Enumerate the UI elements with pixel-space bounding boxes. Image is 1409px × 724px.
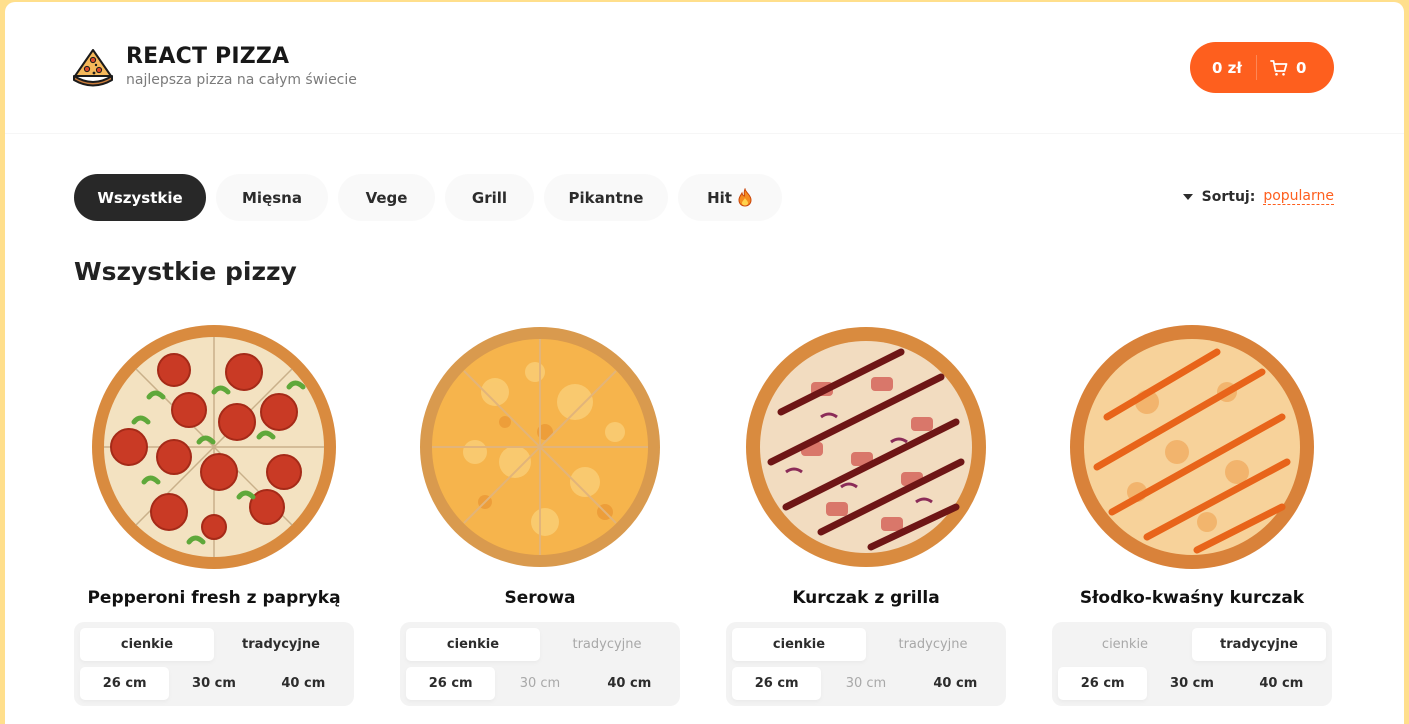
- size-option-30[interactable]: 30 cm: [821, 667, 910, 700]
- category-pikantne[interactable]: Pikantne: [544, 174, 668, 221]
- pizza-options: cienkie tradycyjne 26 cm 30 cm 40 cm: [74, 622, 354, 706]
- size-option-40[interactable]: 40 cm: [585, 667, 674, 700]
- dough-types: cienkie tradycyjne: [1058, 628, 1326, 661]
- dough-option-cienkie[interactable]: cienkie: [406, 628, 540, 661]
- pizza-name: Słodko-kwaśny kurczak: [1079, 588, 1305, 608]
- cart-icon: [1270, 59, 1288, 76]
- category-hit[interactable]: Hit: [678, 174, 782, 221]
- dough-types: cienkie tradycyjne: [80, 628, 348, 661]
- size-option-40[interactable]: 40 cm: [1237, 667, 1326, 700]
- pizza-card: Słodko-kwaśny kurczak cienkie tradycyjne…: [1052, 322, 1332, 706]
- pizza-name: Pepperoni fresh z papryką: [87, 588, 341, 608]
- dough-option-tradycyjne[interactable]: tradycyjne: [866, 628, 1000, 661]
- dough-option-tradycyjne[interactable]: tradycyjne: [1192, 628, 1326, 661]
- sort-label: Sortuj:: [1201, 188, 1256, 205]
- pizza-image[interactable]: [1067, 322, 1317, 572]
- size-option-40[interactable]: 40 cm: [911, 667, 1000, 700]
- size-option-26[interactable]: 26 cm: [406, 667, 496, 700]
- size-option-26[interactable]: 26 cm: [80, 667, 170, 700]
- size-option-30[interactable]: 30 cm: [495, 667, 584, 700]
- pizza-name: Kurczak z grilla: [792, 588, 940, 608]
- dough-option-cienkie[interactable]: cienkie: [732, 628, 866, 661]
- app-title: REACT PIZZA: [126, 44, 290, 69]
- pizza-options: cienkie tradycyjne 26 cm 30 cm 40 cm: [1052, 622, 1332, 706]
- sizes: 26 cm 30 cm 40 cm: [1058, 667, 1326, 700]
- sizes: 26 cm 30 cm 40 cm: [732, 667, 1000, 700]
- size-option-26[interactable]: 26 cm: [1058, 667, 1148, 700]
- dough-types: cienkie tradycyjne: [406, 628, 674, 661]
- cart-price: 0 zł: [1212, 58, 1242, 77]
- cart-count: 0: [1296, 58, 1307, 77]
- logo[interactable]: REACT PIZZA najlepsza pizza na całym świ…: [72, 45, 357, 88]
- pizza-image[interactable]: [89, 322, 339, 572]
- dough-option-cienkie[interactable]: cienkie: [80, 628, 214, 661]
- pizza-logo-icon: [73, 48, 113, 86]
- dough-option-tradycyjne[interactable]: tradycyjne: [214, 628, 348, 661]
- top-bar: Wszystkie Mięsna Vege Grill Pikantne Hit…: [74, 174, 1334, 222]
- pizza-name: Serowa: [504, 588, 576, 608]
- fire-icon: [738, 188, 752, 207]
- size-option-40[interactable]: 40 cm: [259, 667, 348, 700]
- category-vege[interactable]: Vege: [338, 174, 435, 221]
- pizza-options: cienkie tradycyjne 26 cm 30 cm 40 cm: [726, 622, 1006, 706]
- sort-arrow-icon[interactable]: [1182, 193, 1193, 200]
- size-option-26[interactable]: 26 cm: [732, 667, 822, 700]
- pizza-card: Kurczak z grilla cienkie tradycyjne 26 c…: [726, 322, 1006, 706]
- cart-count-wrap: 0: [1257, 59, 1306, 77]
- app-wrapper: REACT PIZZA najlepsza pizza na całym świ…: [5, 2, 1404, 724]
- sizes: 26 cm 30 cm 40 cm: [80, 667, 348, 700]
- pizza-grid: Pepperoni fresh z papryką cienkie tradyc…: [74, 322, 1332, 706]
- category-miesna[interactable]: Mięsna: [216, 174, 328, 221]
- category-hit-label: Hit: [707, 188, 732, 207]
- size-option-30[interactable]: 30 cm: [1147, 667, 1236, 700]
- category-grill[interactable]: Grill: [445, 174, 534, 221]
- size-option-30[interactable]: 30 cm: [169, 667, 258, 700]
- app-subtitle: najlepsza pizza na całym świecie: [126, 72, 357, 88]
- categories: Wszystkie Mięsna Vege Grill Pikantne Hit: [74, 174, 1334, 221]
- pizza-card: Pepperoni fresh z papryką cienkie tradyc…: [74, 322, 354, 706]
- pizza-options: cienkie tradycyjne 26 cm 30 cm 40 cm: [400, 622, 680, 706]
- section-title: Wszystkie pizzy: [74, 257, 297, 286]
- sizes: 26 cm 30 cm 40 cm: [406, 667, 674, 700]
- pizza-card: Serowa cienkie tradycyjne 26 cm 30 cm 40…: [400, 322, 680, 706]
- pizza-image[interactable]: [415, 322, 665, 572]
- dough-option-tradycyjne[interactable]: tradycyjne: [540, 628, 674, 661]
- sort: Sortuj: popularne: [1182, 188, 1334, 205]
- cart-button[interactable]: 0 zł 0: [1190, 42, 1334, 93]
- sort-value[interactable]: popularne: [1263, 188, 1334, 205]
- dough-types: cienkie tradycyjne: [732, 628, 1000, 661]
- category-wszystkie[interactable]: Wszystkie: [74, 174, 206, 221]
- dough-option-cienkie[interactable]: cienkie: [1058, 628, 1192, 661]
- header: REACT PIZZA najlepsza pizza na całym świ…: [5, 2, 1404, 134]
- pizza-image[interactable]: [741, 322, 991, 572]
